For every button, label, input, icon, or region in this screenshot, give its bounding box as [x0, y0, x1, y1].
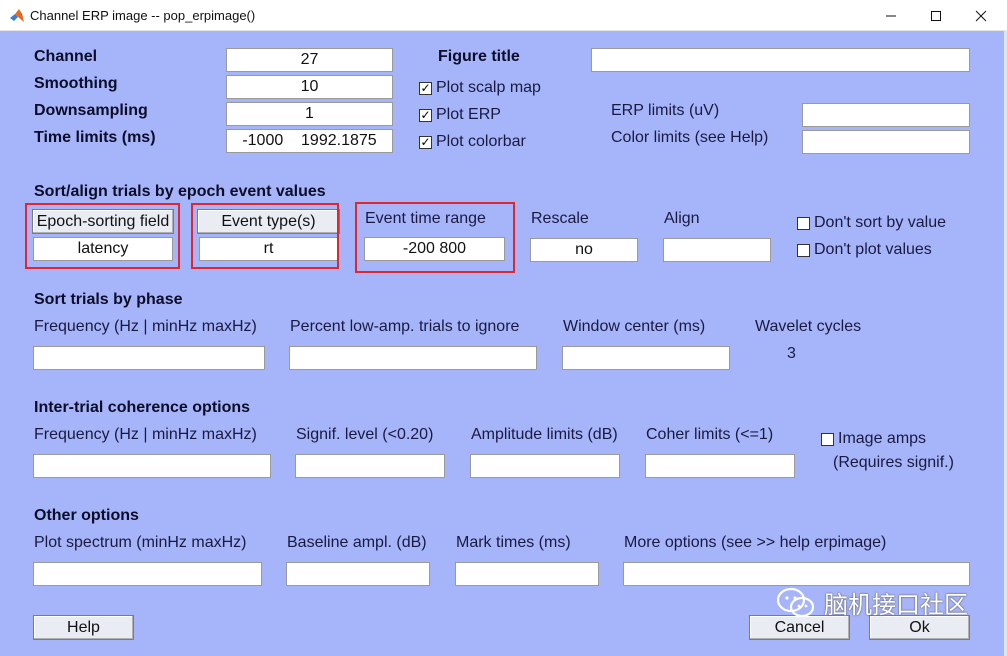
mark-times-label: Mark times (ms)	[456, 534, 571, 551]
rescale-input[interactable]: no	[530, 238, 638, 262]
plot-spectrum-label: Plot spectrum (minHz maxHz)	[34, 534, 247, 551]
signif-level-input[interactable]	[295, 454, 445, 478]
align-label: Align	[664, 210, 700, 227]
time-limits-label: Time limits (ms)	[34, 129, 156, 146]
window-title: Channel ERP image -- pop_erpimage()	[30, 8, 256, 23]
plot-erp-checkbox[interactable]: ✓ Plot ERP	[419, 106, 501, 124]
checkbox-box[interactable]	[797, 216, 810, 230]
wavelet-cycles-label: Wavelet cycles	[755, 318, 862, 335]
channel-label: Channel	[34, 48, 98, 65]
time-limits-input[interactable]: -1000 1992.1875	[226, 129, 393, 153]
image-amps-label: Image amps	[838, 430, 927, 447]
wechat-icon	[776, 587, 815, 617]
figure-title-label: Figure title	[438, 48, 520, 65]
minimize-button[interactable]	[868, 0, 913, 31]
window-center-label: Window center (ms)	[563, 318, 706, 335]
rescale-label: Rescale	[531, 210, 589, 227]
checkbox-box[interactable]: ✓	[419, 108, 432, 122]
percent-low-amp-input[interactable]	[289, 346, 537, 370]
highlight-box	[355, 202, 515, 273]
erp-limits-label: ERP limits (uV)	[611, 102, 720, 119]
coher-limits-input[interactable]	[645, 454, 795, 478]
amplitude-limits-label: Amplitude limits (dB)	[471, 426, 618, 443]
amplitude-limits-input[interactable]	[470, 454, 620, 478]
image-amps-checkbox[interactable]: Image amps	[821, 430, 926, 448]
matlab-logo-icon	[9, 8, 25, 24]
channel-input[interactable]: 27	[226, 48, 393, 72]
plot-scalp-map-label: Plot scalp map	[436, 79, 541, 96]
window-center-input[interactable]	[562, 346, 730, 370]
image-amps-note: (Requires signif.)	[833, 454, 954, 471]
more-options-input[interactable]	[623, 562, 970, 586]
dont-sort-label: Don't sort by value	[814, 214, 947, 231]
checkbox-box[interactable]	[821, 432, 834, 446]
close-button[interactable]	[958, 0, 1003, 31]
dont-plot-checkbox[interactable]: Don't plot values	[797, 241, 932, 259]
sort-align-heading: Sort/align trials by epoch event values	[34, 183, 326, 200]
baseline-ampl-label: Baseline ampl. (dB)	[287, 534, 427, 551]
plot-colorbar-label: Plot colorbar	[436, 133, 526, 150]
phase-frequency-input[interactable]	[33, 346, 265, 370]
itc-heading: Inter-trial coherence options	[34, 399, 251, 416]
erp-limits-input[interactable]	[802, 103, 970, 127]
phase-heading: Sort trials by phase	[34, 291, 183, 308]
figure-title-input[interactable]	[591, 48, 970, 72]
title-bar: Channel ERP image -- pop_erpimage()	[0, 0, 1007, 31]
more-options-label: More options (see >> help erpimage)	[624, 534, 887, 551]
plot-colorbar-checkbox[interactable]: ✓ Plot colorbar	[419, 133, 526, 151]
maximize-icon	[930, 10, 941, 21]
downsampling-input[interactable]: 1	[226, 102, 393, 126]
wavelet-cycles-value: 3	[787, 345, 796, 362]
baseline-ampl-input[interactable]	[286, 562, 430, 586]
signif-level-label: Signif. level (<0.20)	[296, 426, 434, 443]
itc-frequency-label: Frequency (Hz | minHz maxHz)	[34, 426, 257, 443]
coher-limits-label: Coher limits (<=1)	[646, 426, 774, 443]
checkbox-box[interactable]: ✓	[419, 81, 432, 95]
phase-frequency-label: Frequency (Hz | minHz maxHz)	[34, 318, 257, 335]
plot-spectrum-input[interactable]	[33, 562, 262, 586]
checkbox-box[interactable]	[797, 243, 810, 257]
maximize-button[interactable]	[913, 0, 958, 31]
color-limits-input[interactable]	[802, 130, 970, 154]
smoothing-label: Smoothing	[34, 75, 118, 92]
watermark-text: 脑机接口社区	[824, 592, 968, 619]
itc-frequency-input[interactable]	[33, 454, 271, 478]
plot-erp-label: Plot ERP	[436, 106, 501, 123]
mark-times-input[interactable]	[455, 562, 599, 586]
help-button[interactable]: Help	[33, 615, 134, 640]
percent-low-amp-label: Percent low-amp. trials to ignore	[290, 318, 520, 335]
highlight-box	[191, 203, 339, 269]
minimize-icon	[885, 15, 896, 16]
other-options-heading: Other options	[34, 507, 139, 524]
checkbox-box[interactable]: ✓	[419, 135, 432, 149]
close-icon	[975, 10, 986, 21]
smoothing-input[interactable]: 10	[226, 75, 393, 99]
dont-sort-checkbox[interactable]: Don't sort by value	[797, 214, 946, 232]
color-limits-label: Color limits (see Help)	[611, 129, 769, 146]
highlight-box	[25, 203, 180, 269]
watermark: 脑机接口社区	[776, 585, 968, 620]
downsampling-label: Downsampling	[34, 102, 148, 119]
align-input[interactable]	[663, 238, 771, 262]
dont-plot-label: Don't plot values	[814, 241, 932, 258]
plot-scalp-map-checkbox[interactable]: ✓ Plot scalp map	[419, 79, 541, 97]
